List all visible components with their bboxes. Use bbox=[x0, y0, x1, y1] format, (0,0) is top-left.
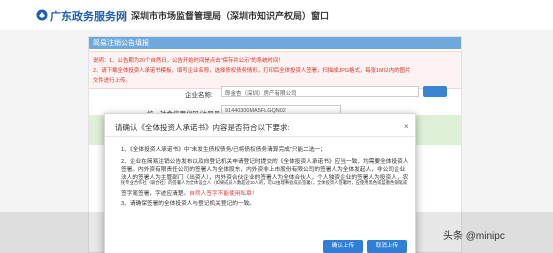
notice-line: 2、请下载全体投资人承诺书模板，填写企业名称，选择债权债务情形，打印后全体投资人… bbox=[93, 68, 411, 74]
cancel-upload-button[interactable]: 取消上传 bbox=[367, 240, 407, 253]
header-divider bbox=[124, 10, 125, 21]
dialog-title: 请确认《全体投资人承诺书》内容是否符合以下要求: bbox=[115, 123, 290, 132]
requirement-item-1: 1、《全体投资人承诺书》中"未发生债权债务/已将债权债务清算完成"只能二选一； bbox=[121, 147, 326, 153]
confirm-upload-button[interactable]: 确认上传 bbox=[323, 240, 363, 253]
notice-line: 说明：1、公告期为20个自然日，公告开始时间是点击"保存并公示"的系统时间！ bbox=[93, 58, 284, 64]
private-seal-warning: 自然人签字不能使用私章！ bbox=[189, 191, 258, 197]
notice-line: 文件进行上传。 bbox=[93, 78, 131, 84]
company-search-button[interactable] bbox=[423, 86, 447, 97]
site-logo-text[interactable]: 广东政务服务网 bbox=[50, 8, 127, 24]
requirement-item-3: 3、请确保签署的全体投资人与登记机关登记的一致。 bbox=[121, 201, 255, 207]
panel-title: 简易注销公告填报 bbox=[93, 40, 149, 47]
requirement-item-2-line: 签字笔签署，字迹应清楚。 bbox=[121, 191, 190, 197]
panel-header: 简易注销公告填报 bbox=[89, 37, 461, 49]
confirm-dialog: 请确认《全体投资人承诺书》内容是否符合以下要求: × 1、《全体投资人承诺书》中… bbox=[104, 113, 416, 253]
close-icon[interactable]: × bbox=[404, 122, 409, 131]
notice-box: 说明：1、公告期为20个自然日，公告开始时间是点击"保存并公示"的系统时间！ 2… bbox=[89, 51, 461, 89]
requirement-item-2-line: 民专业合作社（联合社）的签署人为全体设立人（如果成员人数超过10人的，可以由理事… bbox=[121, 180, 408, 185]
dialog-divider bbox=[105, 136, 415, 137]
company-name-label: 企业名称: bbox=[185, 92, 213, 99]
watermark-text: 头条 @minipc bbox=[443, 231, 505, 242]
site-header: 广东政务服务网 深圳市市场监督管理局（深圳市知识产权局）窗口 bbox=[0, 0, 553, 30]
logo-icon bbox=[36, 9, 48, 21]
company-name-field[interactable]: 郎金杏（深圳）房产有限公司 bbox=[221, 86, 419, 97]
window-title: 深圳市市场监督管理局（深圳市知识产权局）窗口 bbox=[131, 11, 330, 21]
requirement-item-2-last-line: 签字笔签署，字迹应清楚。自然人签字不能使用私章！ bbox=[121, 188, 258, 197]
